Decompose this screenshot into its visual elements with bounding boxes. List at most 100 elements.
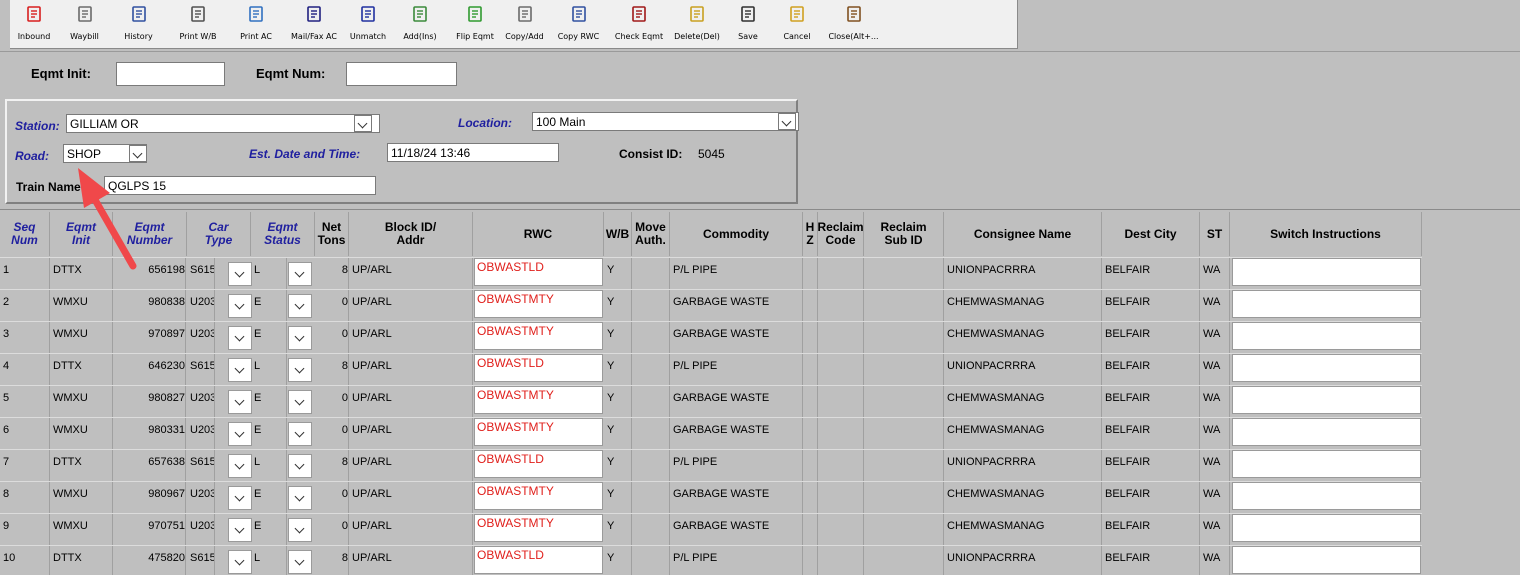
- car-type-dropdown-icon[interactable]: [228, 518, 252, 542]
- cell-car-type[interactable]: S615: [187, 354, 215, 385]
- cell-empty[interactable]: [864, 482, 944, 513]
- table-row[interactable]: 1 DTTX 656198 S615 L 8 UP/ARL Y P/L PIPE UNIONPAC…: [0, 257, 1422, 289]
- cell-seq[interactable]: 4: [0, 354, 50, 385]
- toolbar-button-unmatch[interactable]: Unmatch: [346, 0, 390, 49]
- cell-city[interactable]: BELFAIR: [1102, 546, 1200, 575]
- cell-status[interactable]: E: [251, 482, 287, 513]
- toolbar-button-inbound[interactable]: Inbound: [10, 0, 58, 49]
- cell-number[interactable]: 475820: [113, 546, 186, 575]
- car-type-dropdown-icon[interactable]: [228, 390, 252, 414]
- cell-number[interactable]: 980838: [113, 290, 186, 321]
- cell-empty[interactable]: [818, 546, 864, 575]
- cell-number[interactable]: 657638: [113, 450, 186, 481]
- cell-tons[interactable]: 8: [315, 354, 349, 385]
- cell-car-type[interactable]: U203: [187, 386, 215, 417]
- car-type-dropdown-icon[interactable]: [228, 358, 252, 382]
- status-dropdown-icon[interactable]: [288, 326, 312, 350]
- cell-init[interactable]: WMXU: [50, 514, 113, 545]
- cell-init[interactable]: WMXU: [50, 290, 113, 321]
- cell-car-type[interactable]: U203: [187, 322, 215, 353]
- cell-tons[interactable]: 8: [315, 258, 349, 289]
- cell-empty[interactable]: [803, 290, 818, 321]
- cell-rwc[interactable]: OBWASTMTY: [474, 386, 603, 414]
- status-dropdown-icon[interactable]: [288, 262, 312, 286]
- train-name-field[interactable]: QGLPS 15: [104, 176, 376, 195]
- cell-wb[interactable]: Y: [604, 450, 632, 481]
- toolbar-button-waybill[interactable]: Waybill: [58, 0, 111, 49]
- switch-instructions-input[interactable]: [1232, 322, 1421, 350]
- toolbar-button-add-ins[interactable]: Add(Ins): [390, 0, 450, 49]
- location-field[interactable]: 100 Main: [532, 112, 799, 131]
- cell-empty[interactable]: [803, 354, 818, 385]
- switch-instructions-input[interactable]: [1232, 290, 1421, 318]
- cell-empty[interactable]: [818, 482, 864, 513]
- column-header[interactable]: Move Auth.: [632, 212, 670, 256]
- cell-seq[interactable]: 10: [0, 546, 50, 575]
- cell-consignee[interactable]: CHEMWASMANAG: [944, 290, 1102, 321]
- cell-commodity[interactable]: GARBAGE WASTE: [670, 290, 803, 321]
- cell-status[interactable]: E: [251, 418, 287, 449]
- cell-empty[interactable]: [803, 418, 818, 449]
- cell-commodity[interactable]: GARBAGE WASTE: [670, 322, 803, 353]
- toolbar-button-flip-eqmt[interactable]: Flip Eqmt: [450, 0, 500, 49]
- cell-empty[interactable]: [632, 482, 670, 513]
- cell-commodity[interactable]: GARBAGE WASTE: [670, 418, 803, 449]
- cell-block[interactable]: UP/ARL: [349, 290, 473, 321]
- cell-empty[interactable]: [632, 514, 670, 545]
- toolbar-button-save[interactable]: Save: [724, 0, 772, 49]
- cell-init[interactable]: WMXU: [50, 386, 113, 417]
- cell-block[interactable]: UP/ARL: [349, 482, 473, 513]
- switch-instructions-input[interactable]: [1232, 514, 1421, 542]
- car-type-dropdown-icon[interactable]: [228, 550, 252, 574]
- cell-consignee[interactable]: CHEMWASMANAG: [944, 514, 1102, 545]
- cell-empty[interactable]: [864, 354, 944, 385]
- cell-commodity[interactable]: P/L PIPE: [670, 354, 803, 385]
- cell-city[interactable]: BELFAIR: [1102, 418, 1200, 449]
- cell-empty[interactable]: [864, 546, 944, 575]
- toolbar-button-copy-add[interactable]: Copy/Add: [500, 0, 549, 49]
- cell-empty[interactable]: [818, 258, 864, 289]
- cell-commodity[interactable]: P/L PIPE: [670, 450, 803, 481]
- cell-number[interactable]: 656198: [113, 258, 186, 289]
- cell-empty[interactable]: [803, 546, 818, 575]
- cell-empty[interactable]: [632, 258, 670, 289]
- cell-rwc[interactable]: OBWASTMTY: [474, 482, 603, 510]
- toolbar-button-delete-del[interactable]: Delete(Del): [670, 0, 724, 49]
- cell-wb[interactable]: Y: [604, 258, 632, 289]
- switch-instructions-input[interactable]: [1232, 386, 1421, 414]
- cell-empty[interactable]: [864, 418, 944, 449]
- road-dropdown-icon[interactable]: [129, 145, 147, 162]
- column-header[interactable]: Reclaim Sub ID: [864, 212, 944, 256]
- cell-st[interactable]: WA: [1200, 290, 1230, 321]
- cell-tons[interactable]: 0: [315, 418, 349, 449]
- toolbar-button-mail-fax-ac[interactable]: Mail/Fax AC: [282, 0, 346, 49]
- cell-empty[interactable]: [864, 450, 944, 481]
- switch-instructions-input[interactable]: [1232, 546, 1421, 574]
- cell-wb[interactable]: Y: [604, 354, 632, 385]
- cell-empty[interactable]: [632, 386, 670, 417]
- cell-consignee[interactable]: CHEMWASMANAG: [944, 386, 1102, 417]
- table-row[interactable]: 4 DTTX 646230 S615 L 8 UP/ARL Y P/L PIPE UNIONPAC…: [0, 353, 1422, 385]
- table-row[interactable]: 5 WMXU 980827 U203 E 0 UP/ARL Y GARBAGE WASTE CHE…: [0, 385, 1422, 417]
- toolbar-button-print-w-b[interactable]: Print W/B: [166, 0, 230, 49]
- column-header[interactable]: Eqmt Number: [113, 212, 187, 256]
- cell-st[interactable]: WA: [1200, 354, 1230, 385]
- cell-status[interactable]: E: [251, 386, 287, 417]
- column-header[interactable]: Eqmt Init: [50, 212, 113, 256]
- cell-rwc[interactable]: OBWASTMTY: [474, 418, 603, 446]
- cell-init[interactable]: DTTX: [50, 450, 113, 481]
- column-header[interactable]: Dest City: [1102, 212, 1200, 256]
- cell-wb[interactable]: Y: [604, 386, 632, 417]
- cell-city[interactable]: BELFAIR: [1102, 354, 1200, 385]
- table-row[interactable]: 6 WMXU 980331 U203 E 0 UP/ARL Y GARBAGE WASTE CHE…: [0, 417, 1422, 449]
- cell-empty[interactable]: [864, 258, 944, 289]
- cell-consignee[interactable]: CHEMWASMANAG: [944, 482, 1102, 513]
- cell-empty[interactable]: [803, 482, 818, 513]
- status-dropdown-icon[interactable]: [288, 294, 312, 318]
- eqmt-num-input[interactable]: [346, 62, 457, 86]
- table-row[interactable]: 3 WMXU 970897 U203 E 0 UP/ARL Y GARBAGE WASTE CHE…: [0, 321, 1422, 353]
- cell-rwc[interactable]: OBWASTMTY: [474, 290, 603, 318]
- cell-empty[interactable]: [818, 386, 864, 417]
- cell-car-type[interactable]: U203: [187, 514, 215, 545]
- cell-consignee[interactable]: CHEMWASMANAG: [944, 418, 1102, 449]
